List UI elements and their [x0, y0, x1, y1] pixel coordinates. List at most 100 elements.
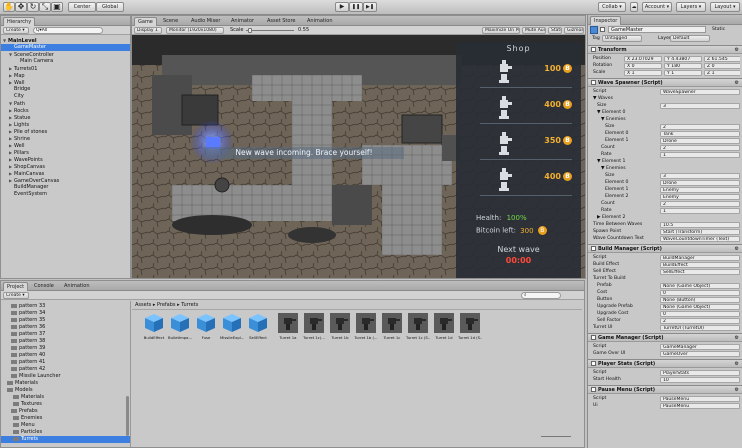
object-name-field[interactable]: GameMaster [608, 26, 706, 33]
display-dropdown[interactable]: Display 1 [134, 27, 162, 34]
asset-item[interactable]: BuildEffect [144, 313, 164, 340]
hierarchy-item[interactable]: ▶ ShopCanvas [1, 163, 130, 170]
hierarchy-item[interactable]: ▶ Well [1, 142, 130, 149]
gear-icon[interactable]: ⚙ [735, 46, 739, 54]
field-value[interactable]: 2 [660, 144, 740, 151]
folder-item[interactable]: pattern 40 [1, 352, 130, 359]
field-value[interactable]: PauseMenu [660, 402, 740, 409]
hierarchy-item[interactable]: ▶ GameOverCanvas [1, 177, 130, 184]
field-value[interactable]: 10.5 [660, 221, 740, 228]
transform-axis-field[interactable]: Y 4.43807 [664, 55, 702, 62]
gear-icon[interactable]: ⚙ [735, 386, 739, 394]
tag-dropdown[interactable]: Untagged [602, 35, 642, 42]
pivot-center-toggle[interactable]: Center [68, 2, 96, 12]
hierarchy-item[interactable]: ▼ SceneController [1, 51, 130, 58]
component-enable-checkbox[interactable] [591, 335, 596, 340]
folder-item[interactable]: pattern 36 [1, 324, 130, 331]
field-value[interactable]: 2 [660, 200, 740, 207]
folder-item[interactable]: Prefabs [1, 408, 130, 415]
asset-item[interactable]: Turret 1c (S... [406, 313, 430, 340]
component-enable-checkbox[interactable] [591, 361, 596, 366]
hierarchy-item[interactable]: EventSystem [1, 191, 130, 198]
tab-audio-mixer[interactable]: Audio Mixer [188, 17, 223, 26]
transform-axis-field[interactable]: Z 61.545 [704, 55, 740, 62]
thumbnail-size-slider[interactable] [541, 436, 571, 437]
hierarchy-item[interactable]: ▶ Pile of stones [1, 128, 130, 135]
folder-item[interactable]: pattern 41 [1, 359, 130, 366]
mute-audio-toggle[interactable]: Mute Audio [522, 27, 546, 34]
component-enable-checkbox[interactable] [591, 47, 596, 52]
hierarchy-item[interactable]: ▼ MainLevel [1, 37, 130, 44]
folder-item[interactable]: pattern 34 [1, 310, 130, 317]
folder-item[interactable]: pattern 39 [1, 345, 130, 352]
field-value[interactable]: PauseMenu [660, 395, 740, 402]
folder-item[interactable]: pattern 42 [1, 366, 130, 373]
gear-icon[interactable]: ⚙ [735, 334, 739, 342]
field-value[interactable]: 2 [660, 317, 740, 324]
folder-item[interactable]: Missile Launcher [1, 373, 130, 380]
tab-game[interactable]: Game [134, 17, 157, 26]
gear-icon[interactable]: ⚙ [735, 360, 739, 368]
folder-item[interactable]: Textures [1, 401, 130, 408]
component-header-wave-spawner[interactable]: Wave Spawner (Script) ⚙ [588, 78, 742, 87]
field-value[interactable]: 1 [660, 207, 740, 214]
hierarchy-item[interactable]: Main Camera [1, 58, 130, 65]
folder-item[interactable]: Enemies [1, 415, 130, 422]
field-value[interactable]: Drone [660, 137, 740, 144]
asset-item[interactable]: Turret 1b (... [354, 313, 378, 340]
collab-dropdown[interactable]: Collab ▾ [598, 2, 626, 12]
active-checkbox[interactable] [600, 27, 605, 32]
gear-icon[interactable]: ⚙ [735, 245, 739, 253]
field-value[interactable]: Drone [660, 179, 740, 186]
transform-axis-field[interactable]: X 0 [624, 62, 662, 69]
tab-inspector[interactable]: Inspector [590, 16, 622, 25]
hierarchy-item[interactable]: Bridge [1, 86, 130, 93]
field-value[interactable]: 3 [660, 102, 740, 109]
asset-item[interactable]: Turret 1c(... [303, 313, 325, 340]
hierarchy-item[interactable]: ▶ Wall [1, 79, 130, 86]
hierarchy-item[interactable]: ▶ WavePoints [1, 156, 130, 163]
tab-animation[interactable]: Animation [304, 17, 336, 26]
rotate-tool-button[interactable]: ↻ [27, 2, 39, 12]
hierarchy-item[interactable]: ▶ Turrets01 [1, 65, 130, 72]
hand-tool-button[interactable]: ✋ [3, 2, 15, 12]
hierarchy-item[interactable]: ▼ Path [1, 100, 130, 107]
move-tool-button[interactable]: ✥ [15, 2, 27, 12]
gear-icon[interactable]: ⚙ [735, 79, 739, 87]
asset-item[interactable]: Turret 1c [382, 313, 402, 340]
folder-item[interactable]: pattern 37 [1, 331, 130, 338]
create-dropdown[interactable]: Create ▾ [3, 27, 29, 34]
static-toggle[interactable]: Static [712, 27, 725, 32]
transform-axis-field[interactable]: X 1 [624, 69, 662, 76]
layer-dropdown[interactable]: Default [670, 35, 710, 42]
asset-item[interactable]: Turret 1d (S... [458, 313, 482, 340]
folder-item[interactable]: Particles [1, 429, 130, 436]
field-value[interactable]: 10 [660, 376, 740, 383]
scale-slider-handle[interactable] [248, 28, 252, 33]
asset-item[interactable]: BulletImpa... [168, 313, 192, 340]
tab-hierarchy[interactable]: Hierarchy [3, 17, 36, 26]
field-value[interactable]: None (Game Object) [660, 282, 740, 289]
field-value[interactable]: TurretUI (TurretUI) [660, 324, 740, 331]
tab-asset-store[interactable]: Asset Store [264, 17, 298, 26]
hierarchy-item[interactable]: ▶ MainCanvas [1, 170, 130, 177]
component-header-game-manager[interactable]: Game Manager (Script) ⚙ [588, 333, 742, 342]
scale-tool-button[interactable]: ⤡ [39, 2, 51, 12]
folder-item[interactable]: pattern 35 [1, 317, 130, 324]
tab-animation[interactable]: Animation [61, 282, 93, 291]
component-enable-checkbox[interactable] [591, 387, 596, 392]
project-create-dropdown[interactable]: Create ▾ [3, 292, 29, 299]
hierarchy-item[interactable]: ▶ Shrine [1, 135, 130, 142]
rect-tool-button[interactable]: ▣ [51, 2, 63, 12]
cloud-button[interactable]: ☁ [630, 2, 638, 12]
scale-slider[interactable] [246, 28, 294, 33]
field-value[interactable]: 1 [660, 151, 740, 158]
tab-project[interactable]: Project [3, 282, 29, 291]
asset-item[interactable]: Turret 1a [278, 313, 298, 340]
field-value[interactable]: 0 [660, 310, 740, 317]
field-value[interactable]: 2 [660, 123, 740, 130]
field-value[interactable]: WaveSpawner [660, 88, 740, 95]
resolution-dropdown[interactable]: Monitor (1920x1080) [166, 27, 224, 34]
maximize-on-play-toggle[interactable]: Maximize On Play [482, 27, 520, 34]
step-button[interactable]: ▶❚ [363, 2, 377, 12]
